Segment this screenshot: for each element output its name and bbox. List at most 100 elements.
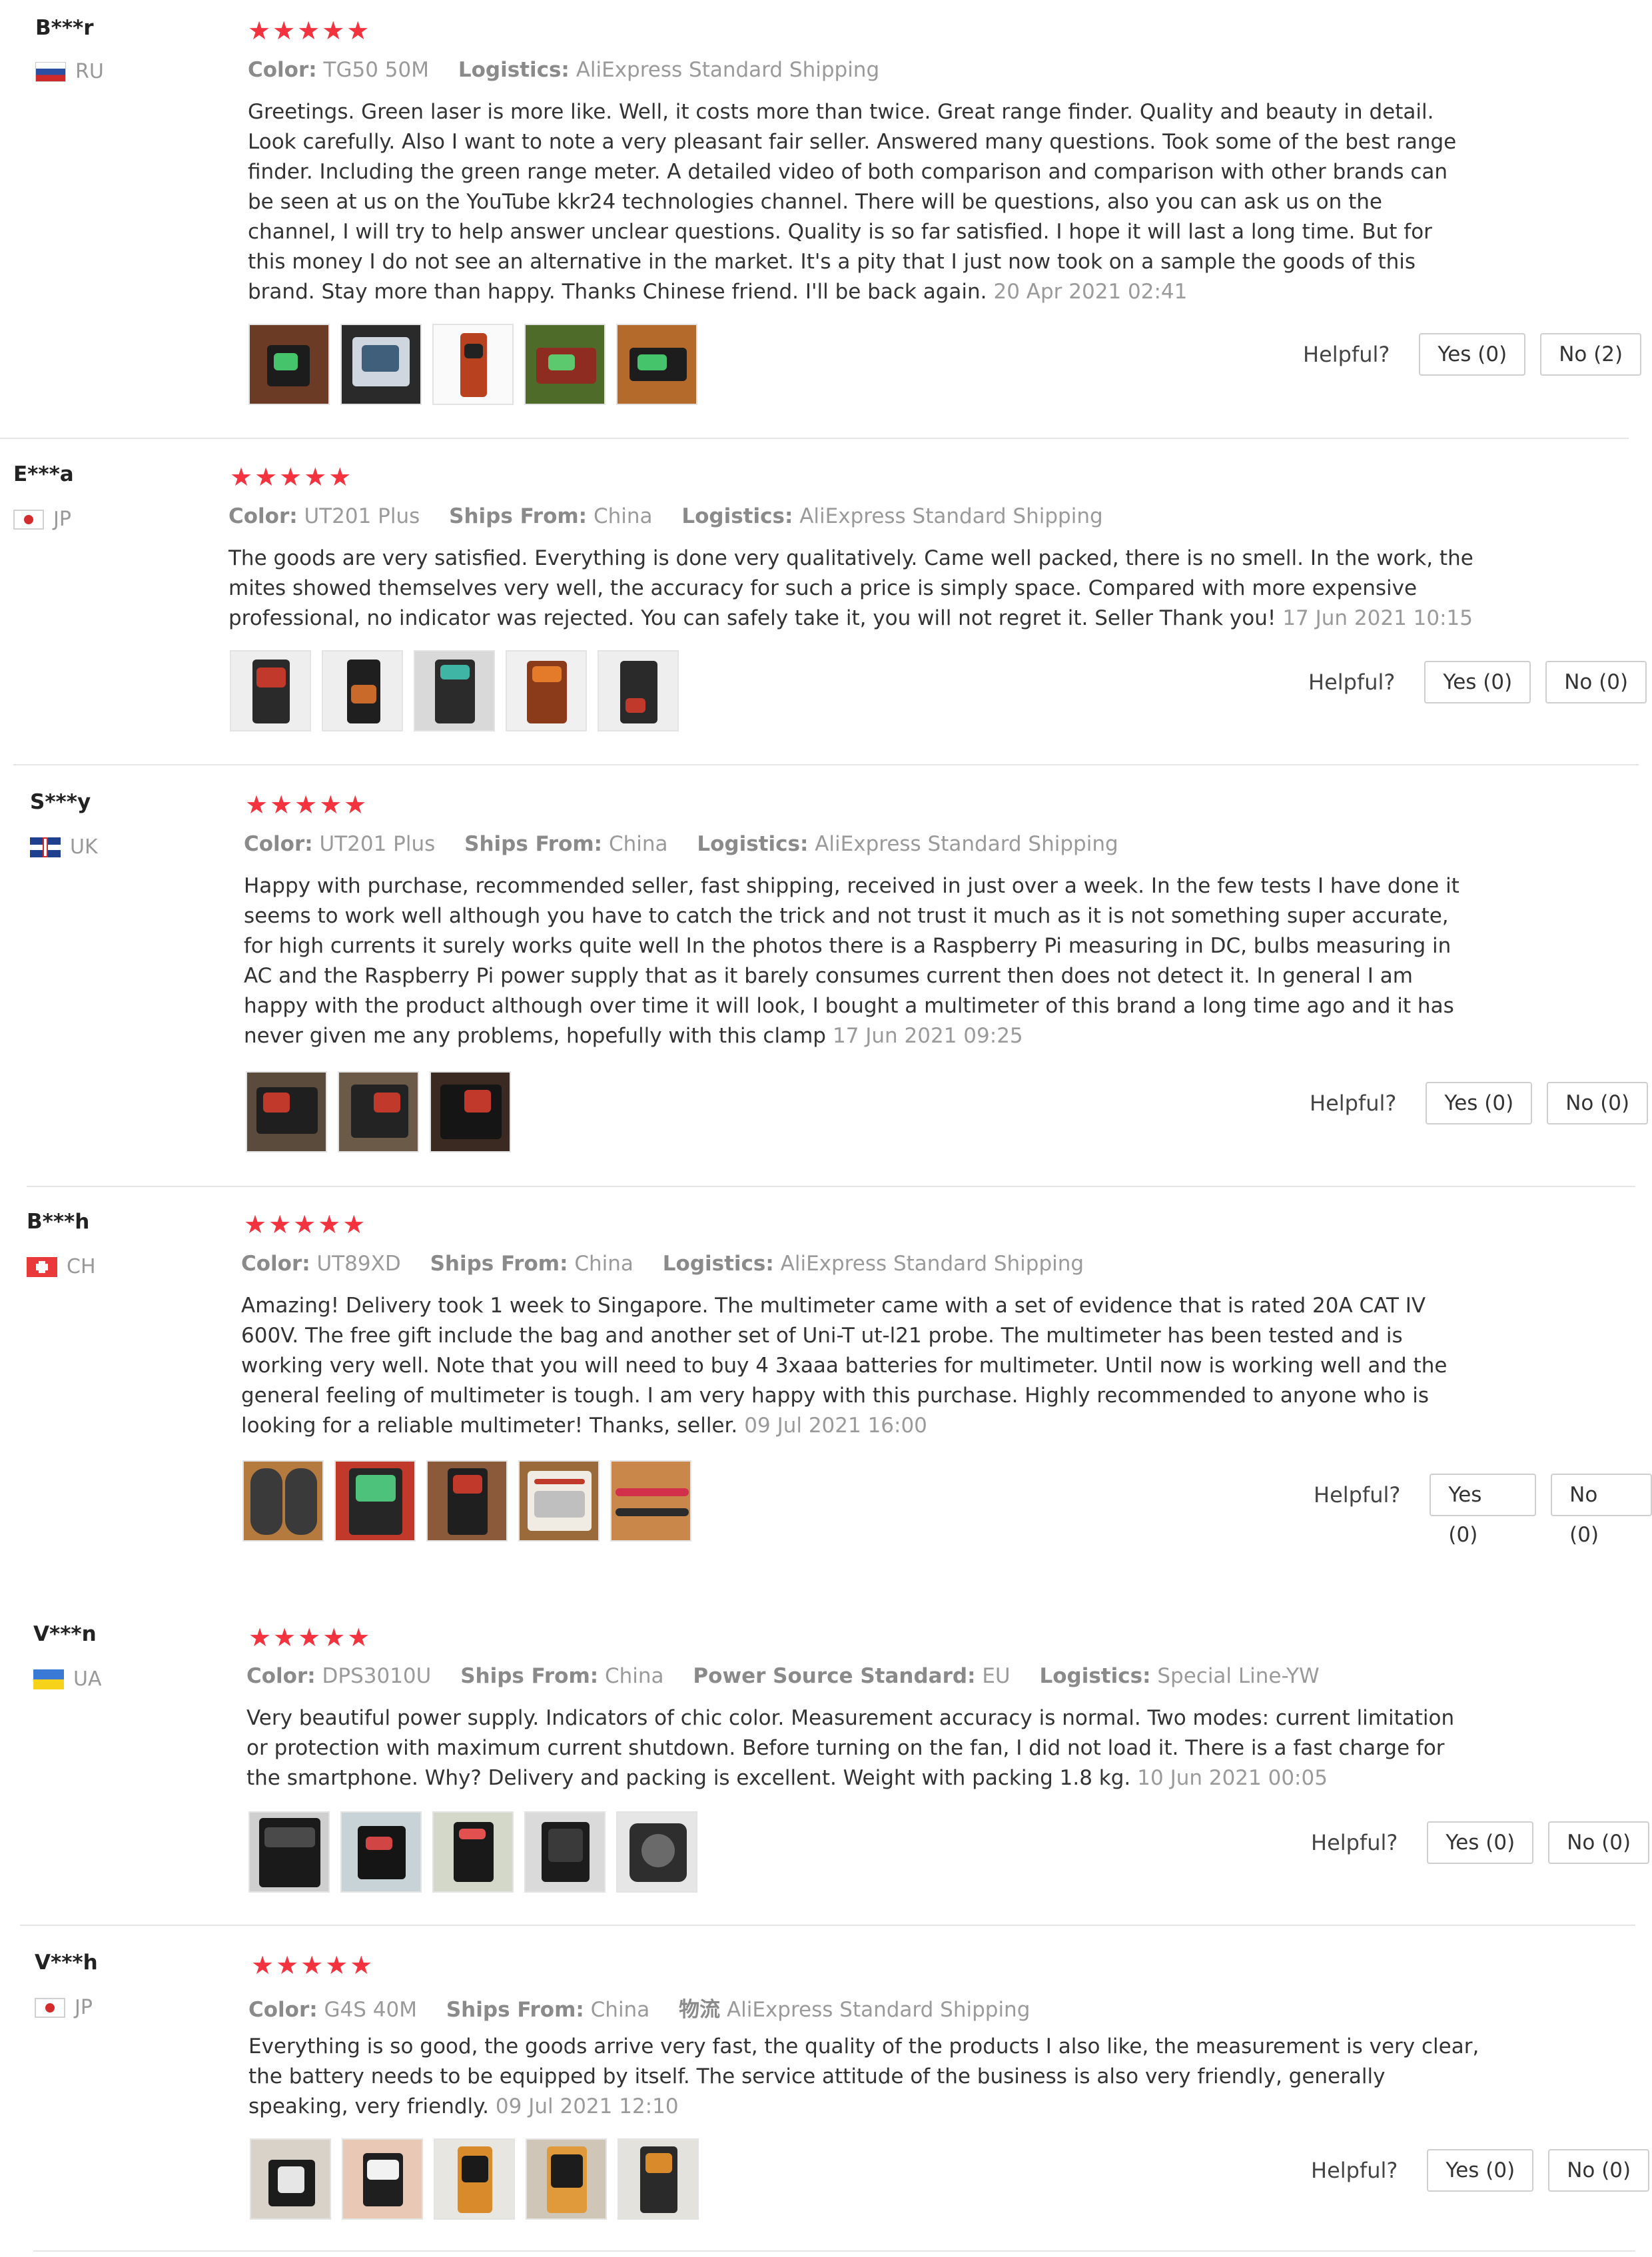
meta-label: Ships From: <box>449 504 588 528</box>
review-photo-thumbnail[interactable] <box>432 324 514 405</box>
meta-label: Color: <box>248 1998 318 2022</box>
review-meta: Color: UT89XD Ships From: China Logistic… <box>241 1252 1084 1276</box>
reviewer-name: S***y <box>30 790 91 814</box>
review-date: 10 Jun 2021 00:05 <box>1137 1766 1328 1790</box>
review-photo-thumbnail[interactable] <box>598 650 679 731</box>
meta-value: China <box>574 1252 633 1276</box>
reviewer-name: B***h <box>27 1210 90 1234</box>
review-meta: Color: G4S 40M Ships From: China 物流 AliE… <box>248 1993 1030 2023</box>
review-photo-thumbnail[interactable] <box>616 1811 697 1893</box>
review-divider <box>27 1186 1635 1187</box>
helpful-yes-button[interactable]: Yes (0) <box>1424 661 1531 703</box>
meta-value: UT201 Plus <box>319 832 436 856</box>
review-photo-thumbnail[interactable] <box>250 2138 331 2220</box>
helpful-voting: Helpful? Yes (0) No (0) <box>1308 661 1647 703</box>
review-photo-thumbnail[interactable] <box>616 324 697 405</box>
helpful-no-button[interactable]: No (0) <box>1547 1082 1649 1125</box>
review-photo-thumbnail[interactable] <box>506 650 587 731</box>
helpful-no-button[interactable]: No (0) <box>1548 2149 1650 2192</box>
helpful-voting: Helpful? Yes (0) No (2) <box>1303 333 1642 376</box>
meta-label: Ships From: <box>446 1998 584 2022</box>
meta-label: 物流 <box>679 1998 721 2022</box>
review-photos <box>248 1811 708 1893</box>
review-photo-thumbnail[interactable] <box>246 1071 327 1152</box>
reviewer-country: UK <box>30 835 98 859</box>
review-photos <box>250 2138 709 2220</box>
review-photo-thumbnail[interactable] <box>322 650 403 731</box>
meta-label: Color: <box>241 1252 310 1276</box>
country-code: UK <box>70 835 98 859</box>
meta-label: Logistics: <box>1039 1664 1151 1688</box>
meta-value: TG50 50M <box>323 58 429 82</box>
helpful-label: Helpful? <box>1308 670 1396 695</box>
review-photo-thumbnail[interactable] <box>230 650 311 731</box>
review-photo-thumbnail[interactable] <box>248 1811 330 1893</box>
meta-label: Color: <box>228 504 298 528</box>
review-photo-thumbnail[interactable] <box>610 1460 691 1542</box>
helpful-label: Helpful? <box>1311 1830 1398 1855</box>
review-text: Amazing! Delivery took 1 week to Singapo… <box>241 1291 1480 1441</box>
review-photo-thumbnail[interactable] <box>434 2138 515 2220</box>
review-text: The goods are very satisfied. Everything… <box>228 544 1481 634</box>
review-photo-thumbnail[interactable] <box>248 324 330 405</box>
helpful-label: Helpful? <box>1303 342 1390 367</box>
review-text: Very beautiful power supply. Indicators … <box>246 1703 1472 1793</box>
helpful-voting: Helpful? Yes (0) No (0) <box>1314 1474 1652 1547</box>
reviewer-name: V***n <box>33 1622 97 1646</box>
helpful-yes-button[interactable]: Yes (0) <box>1427 2149 1534 2192</box>
meta-label: Ships From: <box>430 1252 568 1276</box>
flag-icon <box>35 1997 65 2018</box>
star-rating: ★★★★★ <box>245 790 369 819</box>
review-photo-thumbnail[interactable] <box>414 650 495 731</box>
helpful-voting: Helpful? Yes (0) No (0) <box>1310 1082 1649 1125</box>
meta-value: AliExpress Standard Shipping <box>576 58 880 82</box>
review-photo-thumbnail[interactable] <box>618 2138 699 2220</box>
review-photo-thumbnail[interactable] <box>524 324 606 405</box>
meta-label: Logistics: <box>697 832 809 856</box>
helpful-yes-button[interactable]: Yes (0) <box>1430 1474 1537 1547</box>
review-photo-thumbnail[interactable] <box>340 1811 422 1893</box>
meta-value: AliExpress Standard Shipping <box>780 1252 1084 1276</box>
review-photo-thumbnail[interactable] <box>524 1811 606 1893</box>
helpful-label: Helpful? <box>1311 2158 1398 2183</box>
review-photos <box>230 650 689 731</box>
review-photo-thumbnail[interactable] <box>432 1811 514 1893</box>
helpful-no-button[interactable]: No (0) <box>1551 1474 1652 1547</box>
helpful-no-button[interactable]: No (2) <box>1540 333 1642 376</box>
review-photo-thumbnail[interactable] <box>526 2138 607 2220</box>
meta-value: AliExpress Standard Shipping <box>799 504 1103 528</box>
review-photo-thumbnail[interactable] <box>242 1460 324 1542</box>
star-rating: ★★★★★ <box>230 462 354 492</box>
flag-icon <box>30 837 61 857</box>
review-date: 09 Jul 2021 16:00 <box>744 1414 927 1438</box>
helpful-no-button[interactable]: No (0) <box>1548 1821 1650 1864</box>
meta-value: China <box>605 1664 664 1688</box>
helpful-yes-button[interactable]: Yes (0) <box>1427 1821 1534 1864</box>
review-photo-thumbnail[interactable] <box>338 1071 419 1152</box>
country-code: JP <box>53 508 71 531</box>
reviewer-country: JP <box>13 508 71 531</box>
reviewer-name: B***r <box>35 16 94 40</box>
helpful-no-button[interactable]: No (0) <box>1545 661 1647 703</box>
review-divider <box>33 2250 1635 2252</box>
review-body: Happy with purchase, recommended seller,… <box>244 874 1459 1048</box>
review-photo-thumbnail[interactable] <box>430 1071 511 1152</box>
country-code: UA <box>73 1667 102 1691</box>
flag-icon <box>33 1669 64 1689</box>
review-photo-thumbnail[interactable] <box>342 2138 423 2220</box>
reviewer-name: V***h <box>35 1951 98 1975</box>
review-photo-thumbnail[interactable] <box>340 324 422 405</box>
star-rating: ★★★★★ <box>248 1623 372 1652</box>
review-divider <box>13 764 1639 765</box>
review-photo-thumbnail[interactable] <box>426 1460 508 1542</box>
helpful-yes-button[interactable]: Yes (0) <box>1419 333 1526 376</box>
meta-label: Logistics: <box>458 58 570 82</box>
review-photo-thumbnail[interactable] <box>334 1460 416 1542</box>
flag-icon <box>35 61 66 82</box>
review-body: Greetings. Green laser is more like. Wel… <box>248 100 1457 304</box>
helpful-voting: Helpful? Yes (0) No (0) <box>1311 1821 1650 1864</box>
helpful-yes-button[interactable]: Yes (0) <box>1426 1082 1533 1125</box>
review-body: Everything is so good, the goods arrive … <box>248 2034 1479 2118</box>
meta-value: China <box>608 832 668 856</box>
review-photo-thumbnail[interactable] <box>518 1460 600 1542</box>
